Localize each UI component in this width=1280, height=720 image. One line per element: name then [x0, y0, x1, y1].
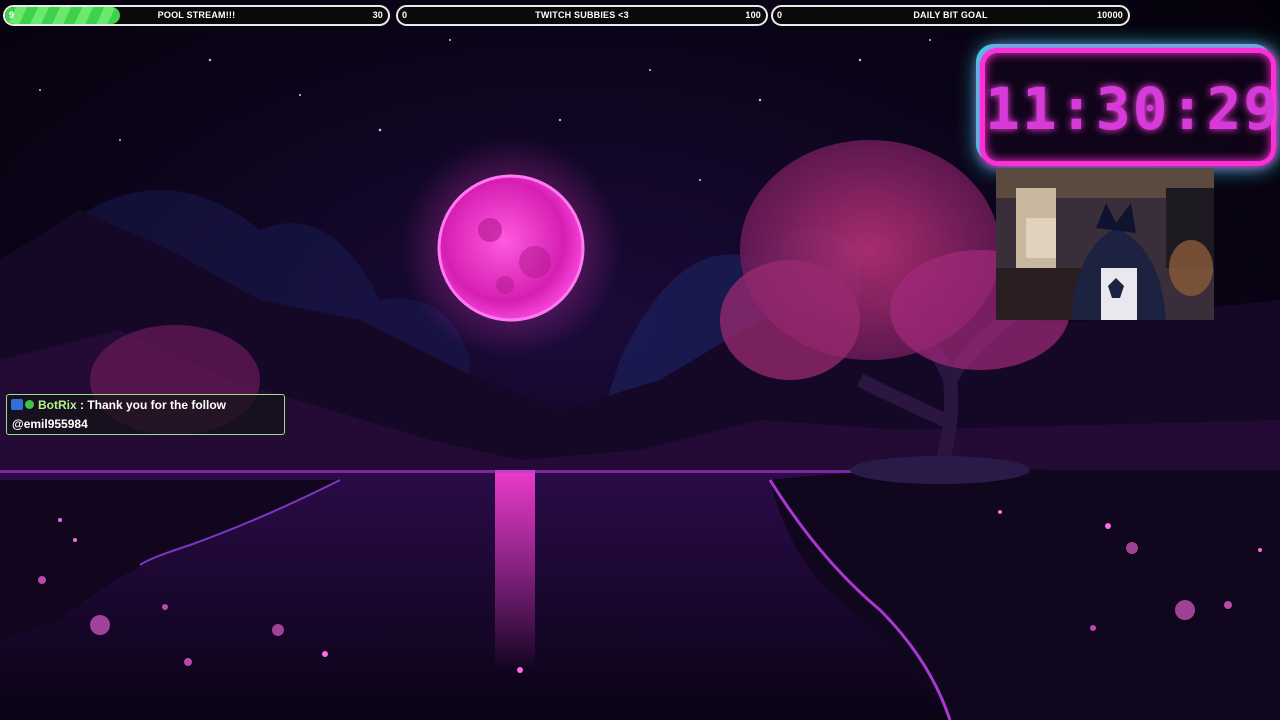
bot-badge-icon	[11, 399, 23, 410]
chat-message-text: : Thank you for the follow	[76, 398, 226, 412]
goal-title: TWITCH SUBBIES <3	[535, 10, 629, 20]
chat-username: BotRix	[38, 398, 77, 412]
chat-message-line: BotRix : Thank you for the follow	[11, 398, 226, 412]
goal-title: POOL STREAM!!!	[157, 10, 236, 20]
stream-clock: 11:30:29	[980, 48, 1280, 166]
goal-bar-pool-stream: 9 POOL STREAM!!! 30	[3, 5, 390, 26]
verified-badge-icon	[25, 400, 34, 409]
clock-time: 11:30:29	[985, 75, 1280, 143]
chat-message: BotRix : Thank you for the follow @emil9…	[6, 394, 285, 435]
goal-target-value: 100	[745, 10, 761, 20]
goal-target-value: 10000	[1096, 10, 1123, 20]
goal-bar-daily-bit: 0 DAILY BIT GOAL 10000	[771, 5, 1130, 26]
goal-target-value: 30	[372, 10, 383, 20]
webcam-image	[996, 168, 1214, 320]
chat-mention: @emil955984	[12, 417, 88, 431]
goal-title: DAILY BIT GOAL	[913, 10, 988, 20]
goal-bar-twitch-subbies: 0 TWITCH SUBBIES <3 100	[396, 5, 768, 26]
webcam-feed	[996, 168, 1214, 320]
